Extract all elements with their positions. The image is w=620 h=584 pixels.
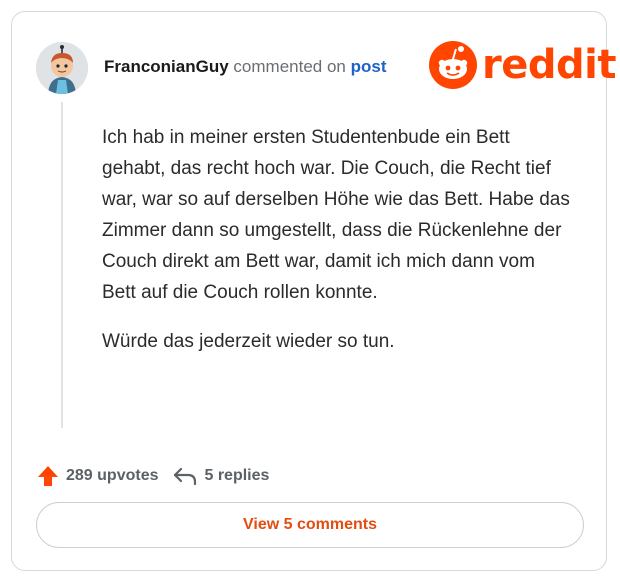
reply-arrow-icon xyxy=(174,467,197,486)
upvote-count: 289 upvotes xyxy=(66,467,159,484)
comment-paragraph: Ich hab in meiner ersten Studentenbude e… xyxy=(102,127,570,303)
upvote-arrow-icon xyxy=(38,466,58,486)
upvote-button[interactable]: 289 upvotes xyxy=(36,464,158,488)
reddit-logo[interactable]: reddit xyxy=(428,40,616,90)
view-comments-button[interactable]: View 5 comments xyxy=(36,502,584,548)
comment-body: Ich hab in meiner ersten Studentenbude e… xyxy=(102,122,572,375)
username-link[interactable]: FranconianGuy xyxy=(104,57,229,76)
comment-header: FranconianGuy commented on post xyxy=(104,57,387,77)
reddit-snoo-icon xyxy=(429,41,477,89)
reddit-wordmark: reddit xyxy=(482,42,616,88)
avatar[interactable] xyxy=(36,42,88,94)
replies-button[interactable]: 5 replies xyxy=(172,465,269,487)
action-text: commented on xyxy=(233,57,346,76)
comment-card: FranconianGuy commented on post reddit I… xyxy=(11,11,616,571)
post-link[interactable]: post xyxy=(351,57,387,76)
comment-paragraph: Würde das jederzeit wieder so tun. xyxy=(102,331,395,352)
comment-actions: 289 upvotes 5 replies xyxy=(36,464,283,488)
reply-count: 5 replies xyxy=(204,467,270,484)
thread-line[interactable] xyxy=(61,102,63,428)
